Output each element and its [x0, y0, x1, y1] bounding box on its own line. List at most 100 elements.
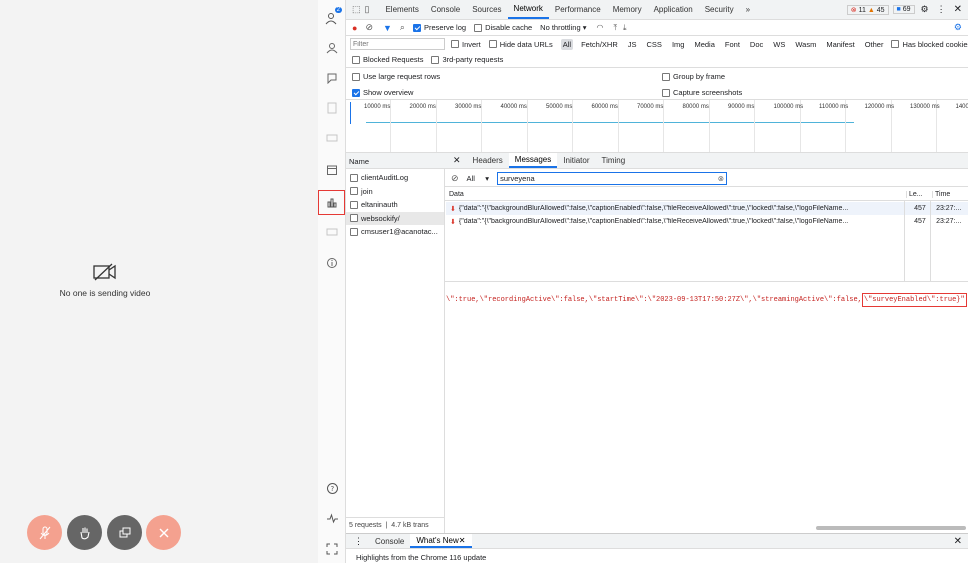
request-row[interactable]: clientAuditLog [350, 171, 444, 184]
close-devtools-icon[interactable]: ✕ [954, 4, 962, 15]
detail-tab-timing[interactable]: Timing [596, 153, 632, 168]
type-filter-img[interactable]: Img [670, 39, 687, 50]
detail-tab-headers[interactable]: Headers [467, 153, 509, 168]
request-row[interactable]: cmsuser1@acanotac... [350, 225, 444, 238]
message-search-input[interactable]: surveyena ⊗ [497, 171, 728, 185]
more-menu-icon[interactable]: ⋮ [937, 4, 946, 15]
disable-cache-checkbox[interactable]: Disable cache [474, 23, 540, 32]
tab-console[interactable]: Console [425, 5, 466, 14]
close-tab-icon[interactable]: ✕ [459, 536, 466, 545]
type-filter-manifest[interactable]: Manifest [824, 39, 856, 50]
type-filter-fetch-xhr[interactable]: Fetch/XHR [579, 39, 620, 50]
share-button[interactable] [107, 515, 142, 550]
tab-memory[interactable]: Memory [607, 5, 648, 14]
tab-network[interactable]: Network [507, 0, 549, 19]
activity-rail-button[interactable] [322, 508, 342, 528]
tab-performance[interactable]: Performance [549, 5, 607, 14]
participants-rail-button[interactable]: 2 [322, 7, 342, 28]
calendar-rail-button[interactable] [322, 160, 342, 180]
message-row[interactable]: ⬇ {"data":"{\"backgroundBlurAllowed\":fal… [446, 215, 968, 228]
horizontal-scrollbar[interactable] [816, 526, 966, 530]
type-filter-ws[interactable]: WS [771, 39, 787, 50]
message-preview[interactable]: \":true,\"recordingActive\":false,\"star… [446, 293, 968, 307]
type-filter-font[interactable]: Font [723, 39, 742, 50]
has-blocked-cookies-checkbox[interactable]: Has blocked cookies [891, 40, 968, 49]
message-type-select[interactable]: All ▾ [467, 174, 490, 183]
upload-icon[interactable]: ⤒ [613, 23, 617, 33]
error-count-badge[interactable]: ⊗ 11 ▲ 45 [846, 4, 889, 15]
blocked-requests-checkbox[interactable]: Blocked Requests [352, 55, 431, 64]
show-overview-label: Show overview [363, 88, 414, 97]
info-rail-button[interactable] [322, 253, 342, 273]
type-filter-wasm[interactable]: Wasm [793, 39, 818, 50]
leave-button[interactable] [146, 515, 181, 550]
request-checkbox[interactable] [350, 173, 358, 182]
preserve-log-checkbox[interactable]: Preserve log [412, 23, 474, 32]
name-column-header[interactable]: Name [346, 153, 445, 169]
length-column-header[interactable]: Le... [906, 190, 932, 198]
notes-rail-button[interactable] [322, 98, 342, 118]
time-column-header[interactable]: Time [932, 190, 968, 198]
request-row[interactable]: join [350, 185, 444, 198]
throttling-select[interactable]: No throttling ▾ [540, 23, 586, 32]
chat-rail-button[interactable] [322, 68, 342, 88]
capture-screenshots-option[interactable]: Capture screenshots [662, 88, 750, 97]
data-column-header[interactable]: Data [449, 191, 906, 198]
detail-tab-messages[interactable]: Messages [508, 153, 558, 168]
record-icon[interactable]: ● [352, 23, 357, 33]
hide-data-urls-checkbox[interactable]: Hide data URLs [488, 40, 561, 49]
type-filter-other[interactable]: Other [863, 39, 886, 50]
clear-search-icon[interactable]: ⊗ [718, 174, 724, 183]
drawer-menu-icon[interactable]: ⋮ [354, 536, 363, 547]
request-row[interactable]: websockify/ [346, 211, 444, 225]
search-icon[interactable]: ⌕ [400, 22, 405, 33]
contacts-rail-button[interactable] [322, 38, 342, 58]
help-rail-button[interactable]: ? [322, 478, 342, 498]
type-filter-js[interactable]: JS [626, 39, 639, 50]
filter-icon[interactable]: ▼ [383, 23, 392, 33]
filter-row: Invert Hide data URLs All Fetch/XHR JS CSS I… [346, 36, 968, 52]
request-checkbox[interactable] [350, 200, 358, 209]
layout-rail-button[interactable] [322, 222, 342, 242]
third-party-checkbox[interactable]: 3rd-party requests [431, 55, 511, 64]
message-row[interactable]: ⬇ {"data":"{\"backgroundBlurAllowed\":fal… [446, 202, 968, 215]
show-overview-option[interactable]: Show overview [352, 88, 421, 97]
raise-hand-button[interactable] [67, 515, 102, 550]
request-checkbox[interactable] [350, 187, 358, 195]
close-drawer-icon[interactable]: ✕ [954, 536, 962, 547]
type-filter-css[interactable]: CSS [645, 39, 664, 50]
tab-sources[interactable]: Sources [466, 5, 507, 14]
clear-icon[interactable]: ⊘ [365, 22, 373, 33]
tab-application[interactable]: Application [648, 5, 699, 14]
keyboard-rail-button[interactable] [322, 128, 342, 148]
tab-security[interactable]: Security [699, 5, 740, 14]
large-rows-option[interactable]: Use large request rows [352, 72, 448, 81]
tab-more[interactable]: » [740, 5, 756, 14]
inspect-icon[interactable]: ⬚ [352, 4, 361, 15]
drawer-tab-console[interactable]: Console [369, 534, 410, 548]
request-checkbox[interactable] [350, 227, 358, 236]
detail-tab-initiator[interactable]: Initiator [557, 153, 595, 168]
tab-elements[interactable]: Elements [379, 5, 424, 14]
request-row[interactable]: eltaninauth [350, 198, 444, 211]
device-toggle-icon[interactable]: ▯ [365, 4, 370, 15]
info-count-badge[interactable]: ■ 69 [892, 5, 915, 14]
group-by-frame-option[interactable]: Group by frame [662, 72, 733, 81]
filter-input[interactable] [350, 38, 445, 50]
clear-messages-icon[interactable]: ⊘ [451, 173, 459, 184]
mute-button[interactable] [27, 515, 62, 550]
stats-rail-button[interactable] [318, 190, 345, 215]
wifi-icon[interactable]: ◠ [596, 23, 603, 32]
type-filter-media[interactable]: Media [692, 39, 716, 50]
type-filter-doc[interactable]: Doc [748, 39, 765, 50]
fullscreen-rail-button[interactable] [322, 539, 342, 559]
timeline-overview[interactable]: 10000 ms 20000 ms 30000 ms 40000 ms 50000 ms… [346, 100, 968, 152]
drawer-tab-what-s-new[interactable]: What's New ✕ [410, 534, 472, 548]
download-icon[interactable]: ⤓ [623, 23, 627, 33]
settings-gear-icon[interactable]: ⚙ [921, 4, 929, 15]
request-checkbox[interactable] [350, 214, 358, 222]
close-detail-icon[interactable]: ✕ [453, 155, 461, 166]
invert-checkbox[interactable]: Invert [451, 40, 489, 49]
type-filter-all[interactable]: All [560, 38, 574, 50]
network-settings-gear-icon[interactable]: ⚙ [954, 22, 962, 33]
